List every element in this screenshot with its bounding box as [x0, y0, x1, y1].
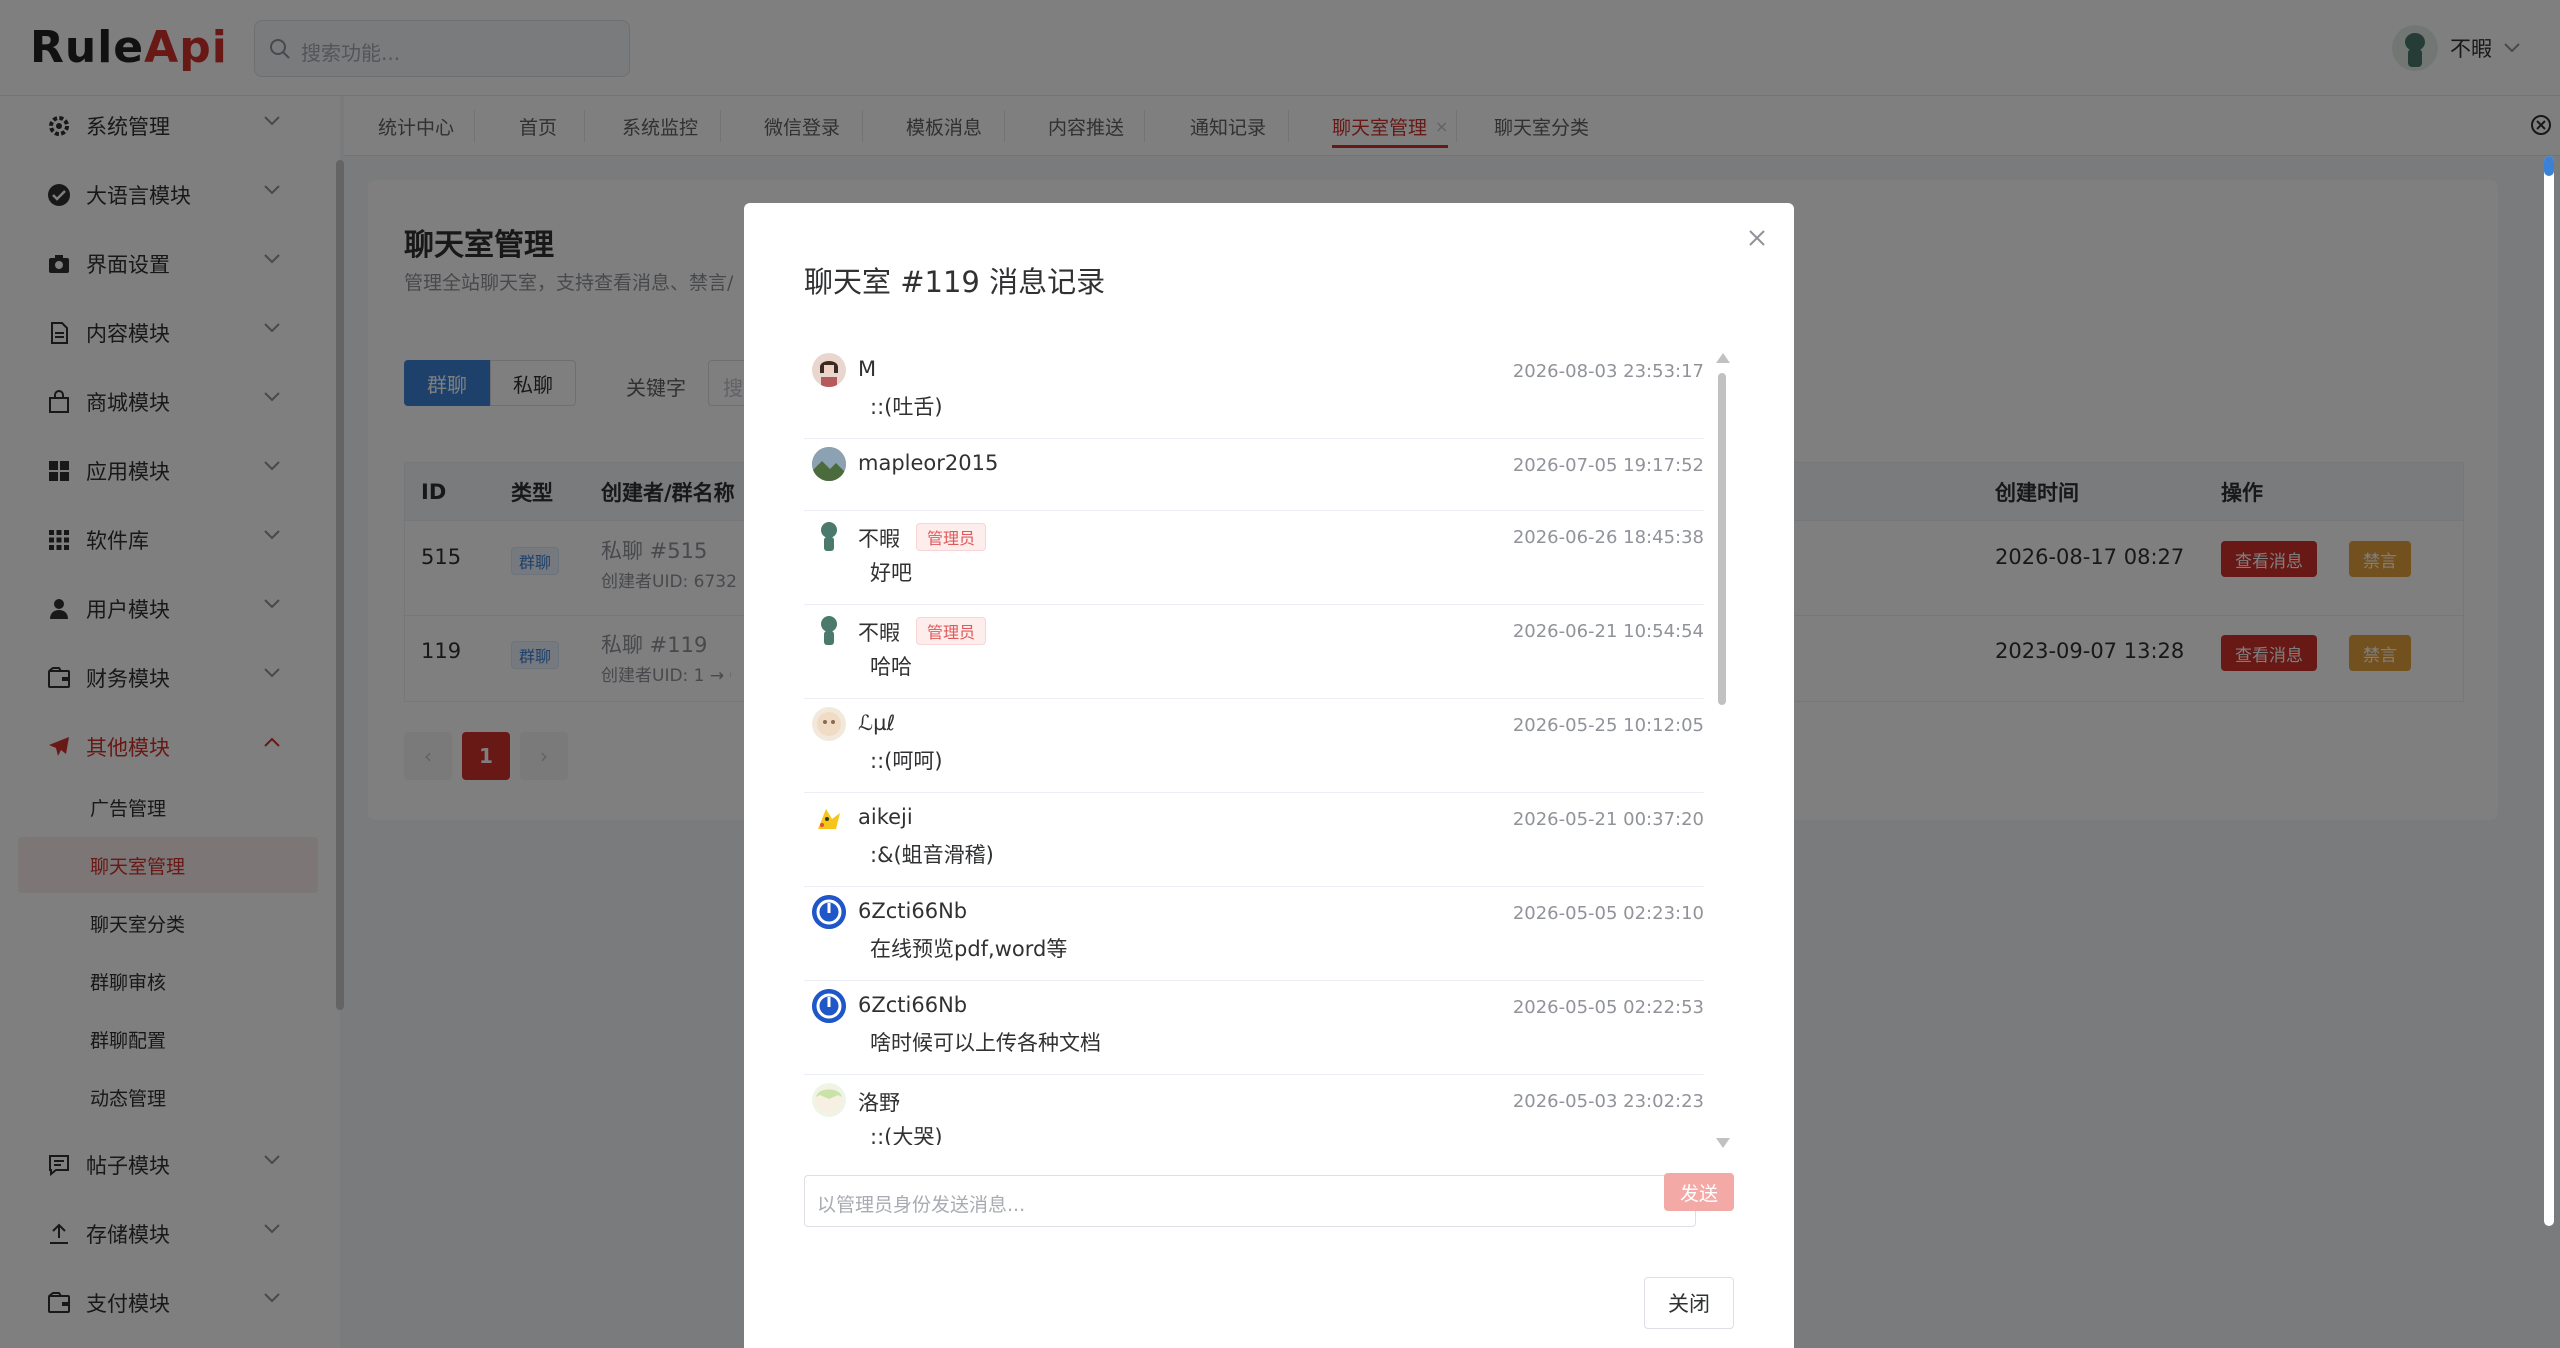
message-username: 洛野 — [858, 1091, 900, 1115]
message-time: 2026-07-05 19:17:52 — [1512, 455, 1704, 476]
avatar — [812, 353, 846, 387]
message-item: 不暇 管理员 2026-06-26 18:45:38 好吧 — [804, 511, 1704, 605]
close-icon[interactable] — [1746, 227, 1768, 249]
scroll-up-arrow[interactable] — [1716, 353, 1730, 363]
avatar — [812, 707, 846, 741]
avatar — [812, 895, 846, 929]
message-text: :&(蛆音滑稽) — [870, 843, 994, 867]
message-text: ::(呵呵) — [870, 749, 943, 773]
message-item: ℒµℓ 2026-05-25 10:12:05 ::(呵呵) — [804, 699, 1704, 793]
avatar — [812, 1083, 846, 1117]
message-time: 2026-05-03 23:02:23 — [1512, 1091, 1704, 1112]
message-item: 6Zcti66Nb 2026-05-05 02:22:53 啥时候可以上传各种文… — [804, 981, 1704, 1075]
message-text: 啥时候可以上传各种文档 — [870, 1031, 1101, 1055]
message-item: mapleor2015 2026-07-05 19:17:52 — [804, 439, 1704, 511]
message-username: 6Zcti66Nb — [858, 993, 968, 1017]
avatar — [812, 519, 846, 553]
avatar — [812, 801, 846, 835]
message-time: 2026-05-05 02:22:53 — [1512, 997, 1704, 1018]
scroll-down-arrow[interactable] — [1716, 1138, 1730, 1148]
admin-message-input[interactable]: 以管理员身份发送消息... — [804, 1175, 1696, 1227]
message-username: M — [858, 357, 877, 381]
message-log-dialog: 聊天室 #119 消息记录 M 2026-08-03 23:53:17 ::(吐… — [744, 203, 1794, 1348]
send-button[interactable]: 发送 — [1664, 1173, 1734, 1211]
input-placeholder: 以管理员身份发送消息... — [817, 1194, 1026, 1216]
message-list: M 2026-08-03 23:53:17 ::(吐舌) mapleor2015… — [804, 345, 1704, 1145]
message-username: 6Zcti66Nb — [858, 899, 968, 923]
page-scrollbar[interactable] — [2542, 156, 2556, 1346]
message-item: 不暇 管理员 2026-06-21 10:54:54 哈哈 — [804, 605, 1704, 699]
message-item: 6Zcti66Nb 2026-05-05 02:23:10 在线预览pdf,wo… — [804, 887, 1704, 981]
message-time: 2026-08-03 23:53:17 — [1512, 361, 1704, 382]
message-item: M 2026-08-03 23:53:17 ::(吐舌) — [804, 345, 1704, 439]
message-text: 好吧 — [870, 561, 912, 585]
message-text: ::(吐舌) — [870, 395, 943, 419]
message-username: 不暇 — [858, 527, 900, 551]
message-text: 哈哈 — [870, 655, 912, 679]
admin-badge: 管理员 — [916, 523, 987, 551]
message-username: ℒµℓ — [858, 711, 896, 735]
message-username: mapleor2015 — [858, 451, 999, 475]
message-text: ::(大哭) — [870, 1125, 943, 1145]
avatar — [812, 989, 846, 1023]
message-item: aikeji 2026-05-21 00:37:20 :&(蛆音滑稽) — [804, 793, 1704, 887]
message-username: aikeji — [858, 805, 913, 829]
message-time: 2026-05-05 02:23:10 — [1512, 903, 1704, 924]
avatar — [812, 613, 846, 647]
close-button[interactable]: 关闭 — [1644, 1277, 1734, 1329]
message-time: 2026-05-25 10:12:05 — [1512, 715, 1704, 736]
message-username: 不暇 — [858, 621, 900, 645]
avatar — [812, 447, 846, 481]
message-item: 洛野 2026-05-03 23:02:23 ::(大哭) — [804, 1075, 1704, 1145]
message-time: 2026-05-21 00:37:20 — [1512, 809, 1704, 830]
message-time: 2026-06-21 10:54:54 — [1512, 621, 1704, 642]
message-list-scrollbar[interactable] — [1718, 373, 1726, 705]
dialog-title: 聊天室 #119 消息记录 — [804, 265, 1106, 299]
admin-badge: 管理员 — [916, 617, 987, 645]
message-text: 在线预览pdf,word等 — [870, 937, 1068, 961]
message-time: 2026-06-26 18:45:38 — [1512, 527, 1704, 548]
